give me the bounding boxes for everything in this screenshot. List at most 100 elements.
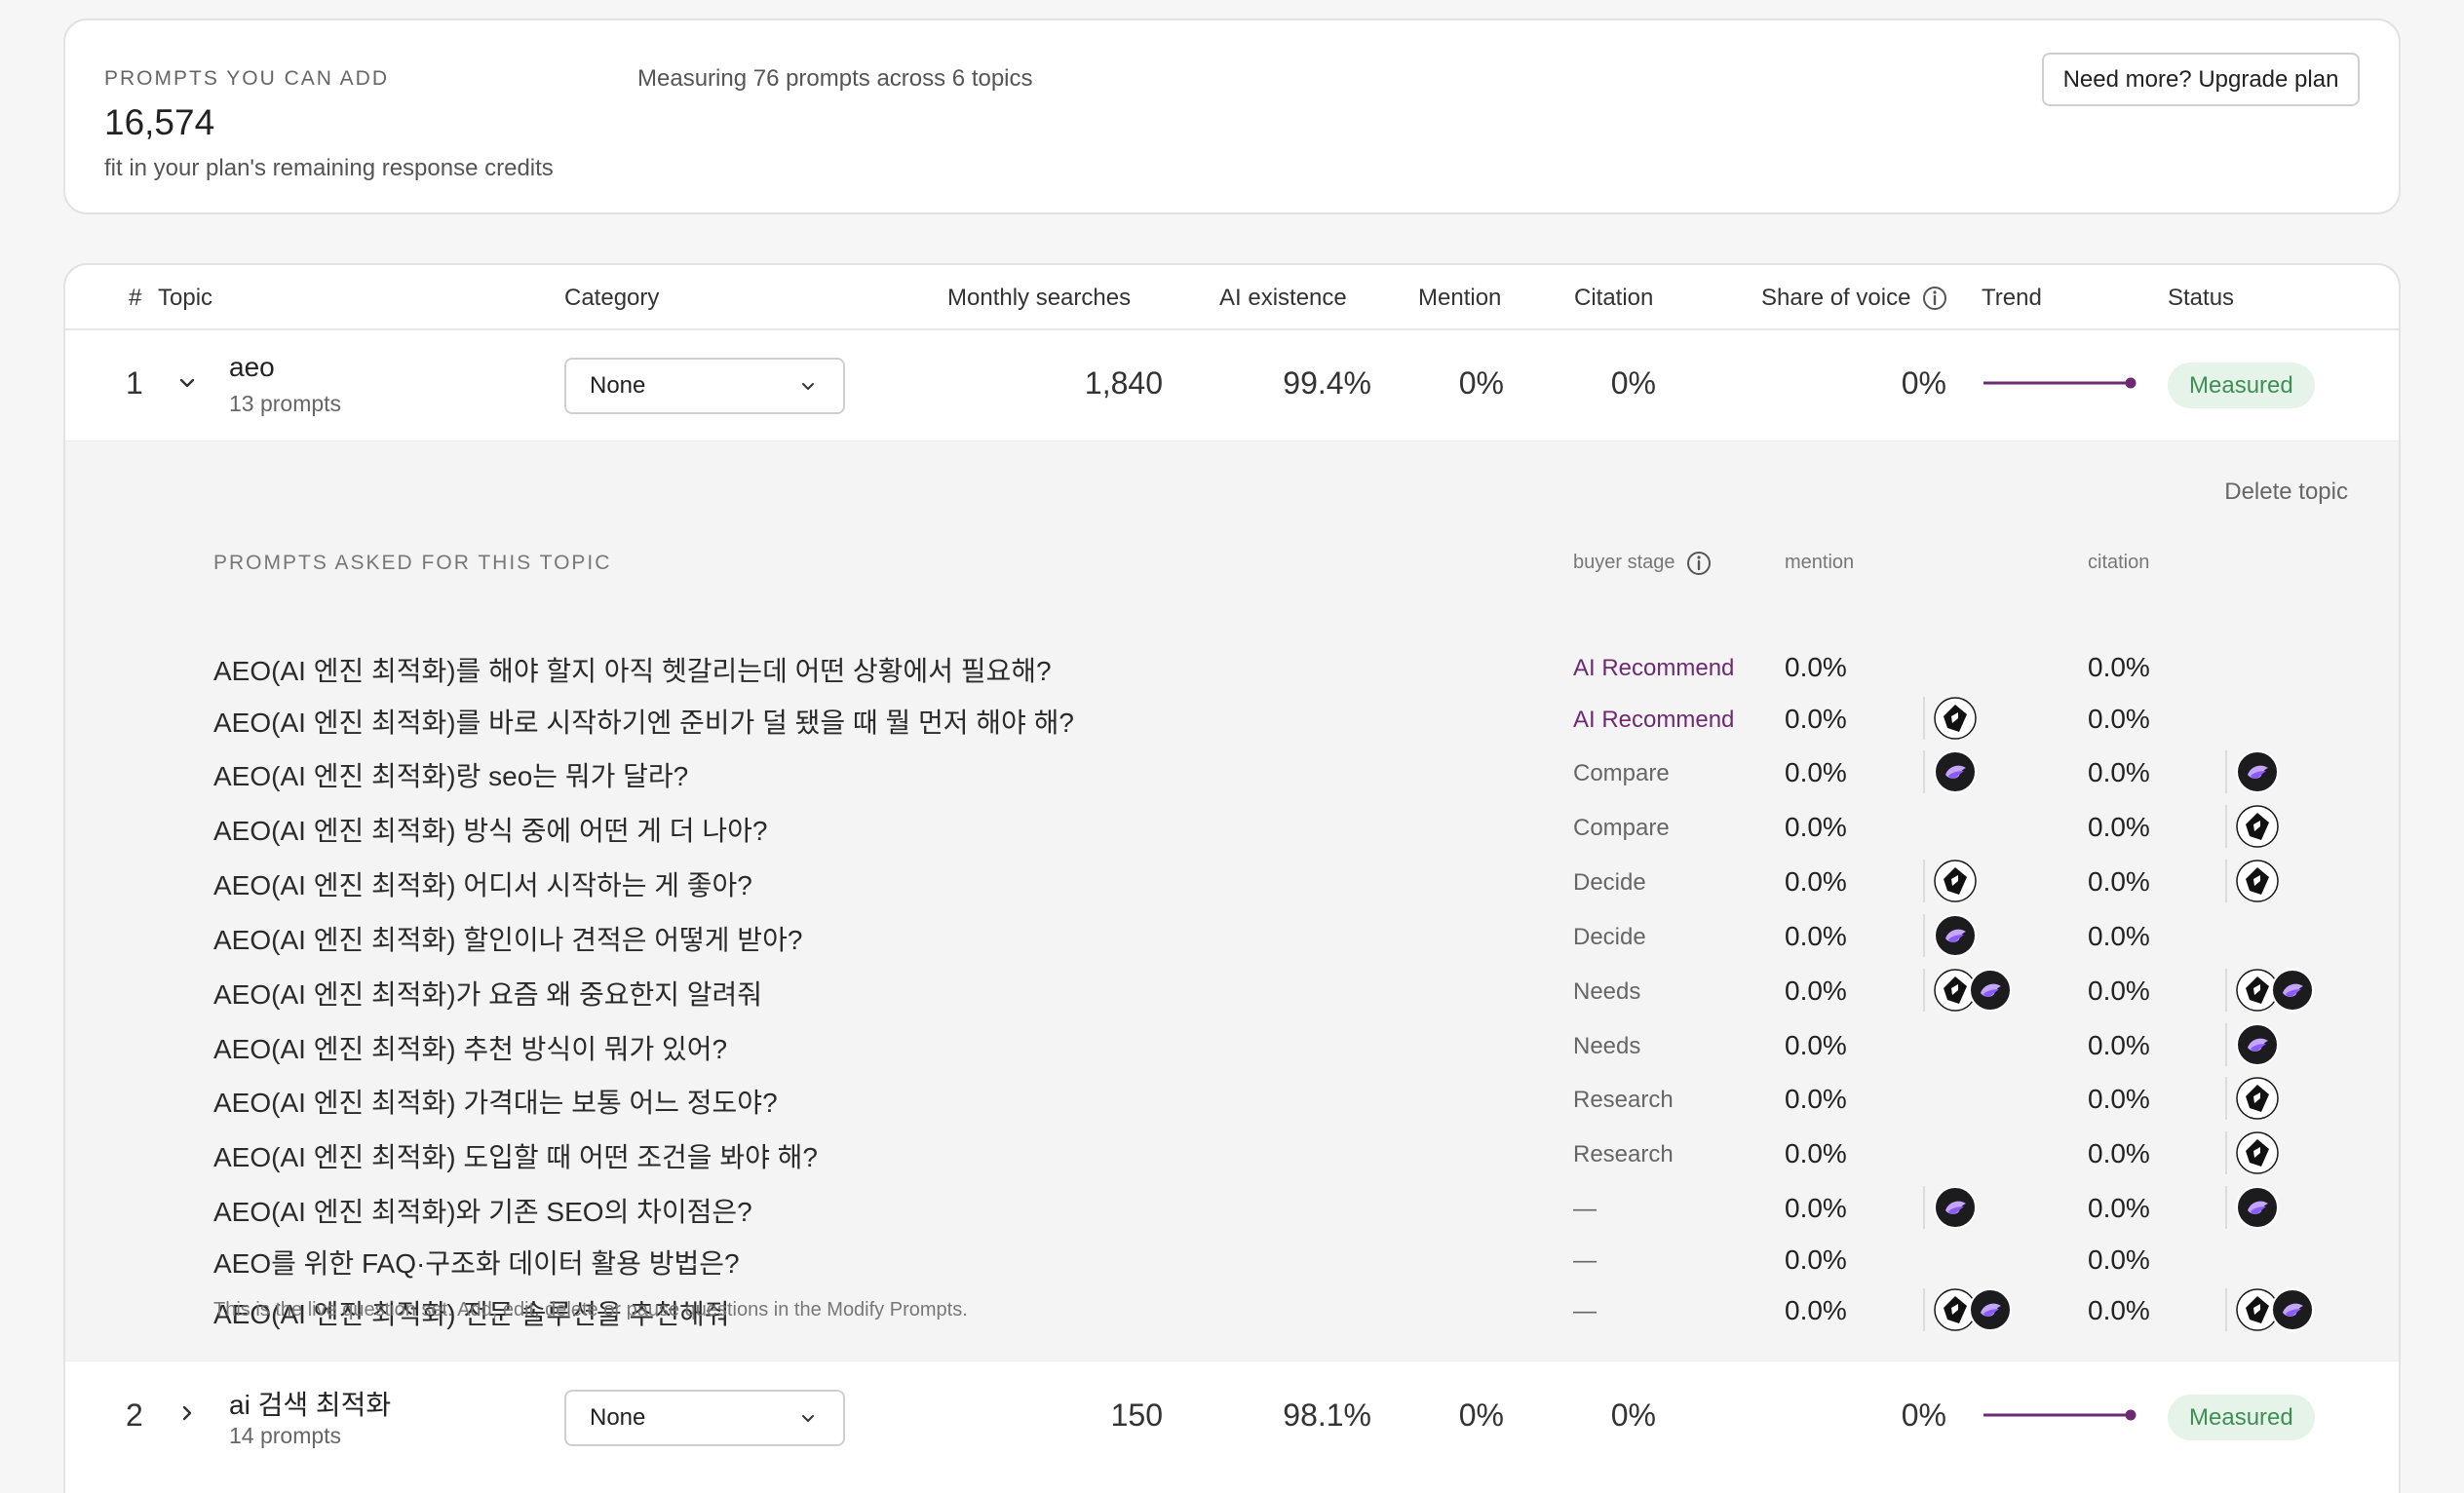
upgrade-plan-button[interactable]: Need more? Upgrade plan <box>2042 53 2360 106</box>
citation-value: 0% <box>1610 1397 1656 1433</box>
prompt-row[interactable]: AEO(AI 엔진 최적화) 도입할 때 어떤 조건을 봐야 해? Researc… <box>65 1130 2399 1181</box>
perplexity-icon <box>1934 697 1977 740</box>
citation-engine-icons <box>2225 859 2280 903</box>
icon-divider <box>1923 1186 1925 1229</box>
summary-card: PROMPTS YOU CAN ADD 16,574 fit in your p… <box>63 19 2401 214</box>
mention-value: 0% <box>1458 1397 1504 1433</box>
header-citation: Citation <box>1574 285 1654 311</box>
prompt-row[interactable]: AEO(AI 엔진 최적화) 어디서 시작하는 게 좋아? Decide 0.0% 0… <box>65 859 2399 909</box>
buyer-stage: Research <box>1573 1141 1674 1168</box>
share-of-voice-value: 0% <box>1901 365 1946 401</box>
buyer-stage: Decide <box>1573 869 1646 896</box>
perplexity-icon <box>2236 1131 2279 1174</box>
measuring-summary: Measuring 76 prompts across 6 topics <box>637 65 1033 92</box>
prompt-citation-value: 0.0% <box>2088 1138 2150 1168</box>
prompt-mention-value: 0.0% <box>1785 652 1847 682</box>
prompts-header: PROMPTS ASKED FOR THIS TOPIC <box>213 552 612 574</box>
prompt-row[interactable]: AEO(AI 엔진 최적화) 가격대는 보통 어느 정도야? Research 0.… <box>65 1077 2399 1127</box>
header-monthly-searches: Monthly searches <box>947 285 1132 311</box>
header-category: Category <box>564 285 660 311</box>
prompt-row[interactable]: AEO(AI 엔진 최적화)가 요즘 왜 중요한지 알려줘 Needs 0.0% 0.… <box>65 969 2399 1018</box>
mention-header: mention <box>1785 552 1855 573</box>
icon-divider <box>2225 969 2227 1012</box>
citation-engine-icons <box>2225 1022 2280 1067</box>
gemini-icon <box>2271 969 2314 1012</box>
perplexity-icon <box>2236 860 2279 902</box>
mention-value: 0% <box>1458 365 1504 401</box>
prompt-row[interactable]: AEO(AI 엔진 최적화)를 해야 할지 아직 헷갈리는데 어떤 상황에서 필… <box>65 646 2399 695</box>
prompt-mention-value: 0.0% <box>1785 921 1847 951</box>
prompt-row[interactable]: AEO(AI 엔진 최적화) 할인이나 견적은 어떻게 받아? Decide 0.0… <box>65 914 2399 964</box>
prompt-mention-value: 0.0% <box>1785 976 1847 1006</box>
prompt-row[interactable]: AEO를 위한 FAQ·구조화 데이터 활용 방법은? — 0.0% 0.0% <box>65 1239 2399 1287</box>
buyer-stage: Needs <box>1573 978 1641 1005</box>
prompt-mention-value: 0.0% <box>1785 866 1847 897</box>
prompt-row[interactable]: AEO(AI 엔진 최적화) 방식 중에 어떤 게 더 나아? Compare 0.… <box>65 804 2399 855</box>
category-select[interactable]: None <box>564 1390 845 1446</box>
prompt-citation-value: 0.0% <box>2088 1084 2150 1114</box>
icon-divider <box>1923 1288 1925 1331</box>
share-of-voice-info-icon[interactable] <box>1921 285 1948 312</box>
mention-engine-icons <box>1923 1185 1978 1230</box>
prompt-mention-value: 0.0% <box>1785 1295 1847 1325</box>
prompt-text: AEO(AI 엔진 최적화) 추천 방식이 뭐가 있어? <box>213 1034 728 1064</box>
prompt-mention-value: 0.0% <box>1785 1084 1847 1114</box>
chevron-down-icon <box>802 1415 814 1422</box>
prompt-row[interactable]: AEO(AI 엔진 최적화)랑 seo는 뭐가 달라? Compare 0.0% 0.… <box>65 750 2399 800</box>
buyer-stage: Research <box>1573 1087 1674 1113</box>
prompt-row[interactable]: AEO(AI 엔진 최적화) 추천 방식이 뭐가 있어? Needs 0.0% 0.0… <box>65 1022 2399 1073</box>
buyer-stage-header: buyer stage <box>1573 552 1675 573</box>
monthly-searches-value: 1,840 <box>1084 365 1163 401</box>
buyer-stage: — <box>1573 1247 1597 1274</box>
buyer-stage: — <box>1573 1298 1597 1324</box>
buyer-stage: Needs <box>1573 1033 1641 1059</box>
prompt-row[interactable]: AEO(AI 엔진 최적화)를 바로 시작하기엔 준비가 덜 됐을 때 뭘 먼저… <box>65 696 2399 746</box>
topic-prompt-count: 14 prompts <box>229 1423 342 1448</box>
topic-number: 2 <box>126 1397 143 1433</box>
icon-divider <box>2225 1023 2227 1066</box>
citation-engine-icons <box>2225 1130 2280 1175</box>
topic-name[interactable]: aeo <box>229 352 275 383</box>
chevron-down-icon[interactable] <box>175 371 199 395</box>
icon-divider <box>2225 1186 2227 1229</box>
topic-row[interactable]: 1 aeo 13 prompts None 1,840 99.4% 0% 0% … <box>65 330 2399 440</box>
gemini-icon <box>1969 969 2012 1012</box>
mention-engine-icons <box>1923 859 1978 903</box>
gemini-icon <box>1934 750 1977 793</box>
prompt-citation-value: 0.0% <box>2088 1295 2150 1325</box>
buyer-stage: AI Recommend <box>1573 655 1735 681</box>
category-select[interactable]: None <box>564 358 845 414</box>
header-topic: Topic <box>158 285 213 311</box>
topic-row[interactable]: 2 ai 검색 최적화 14 prompts None 150 98.1% 0%… <box>65 1362 2399 1473</box>
citation-engine-icons <box>2225 804 2280 849</box>
prompt-citation-value: 0.0% <box>2088 652 2150 682</box>
prompt-citation-value: 0.0% <box>2088 757 2150 787</box>
prompts-addable-count: 16,574 <box>104 102 215 142</box>
header-ai-existence: AI existence <box>1219 285 1347 311</box>
prompt-citation-value: 0.0% <box>2088 921 2150 951</box>
prompt-text: AEO(AI 엔진 최적화)랑 seo는 뭐가 달라? <box>213 761 689 791</box>
perplexity-icon <box>1934 860 1977 902</box>
chevron-right-icon[interactable] <box>175 1401 199 1425</box>
prompt-mention-value: 0.0% <box>1785 704 1847 734</box>
prompt-text: AEO(AI 엔진 최적화)와 기존 SEO의 차이점은? <box>213 1197 752 1227</box>
prompt-citation-value: 0.0% <box>2088 866 2150 897</box>
topic-name[interactable]: ai 검색 최적화 <box>229 1384 391 1423</box>
icon-divider <box>2225 805 2227 848</box>
buyer-stage: — <box>1573 1196 1597 1222</box>
topic-number: 1 <box>126 365 143 401</box>
prompt-mention-value: 0.0% <box>1785 1193 1847 1223</box>
delete-topic-button[interactable]: Delete topic <box>2224 479 2348 506</box>
citation-header: citation <box>2088 552 2150 573</box>
ai-existence-value: 99.4% <box>1283 365 1371 401</box>
trend-sparkline <box>1983 1409 2137 1421</box>
topic-prompt-count: 13 prompts <box>229 391 342 416</box>
prompt-row[interactable]: AEO(AI 엔진 최적화)와 기존 SEO의 차이점은? — 0.0% 0.0% <box>65 1185 2399 1236</box>
prompt-text: AEO(AI 엔진 최적화) 가격대는 보통 어느 정도야? <box>213 1088 778 1118</box>
icon-divider <box>1923 860 1925 902</box>
mention-engine-icons <box>1923 696 1978 741</box>
prompt-citation-value: 0.0% <box>2088 812 2150 842</box>
mention-engine-icons <box>1923 1287 2013 1332</box>
prompt-mention-value: 0.0% <box>1785 757 1847 787</box>
buyer-stage-info-icon[interactable] <box>1685 550 1713 577</box>
